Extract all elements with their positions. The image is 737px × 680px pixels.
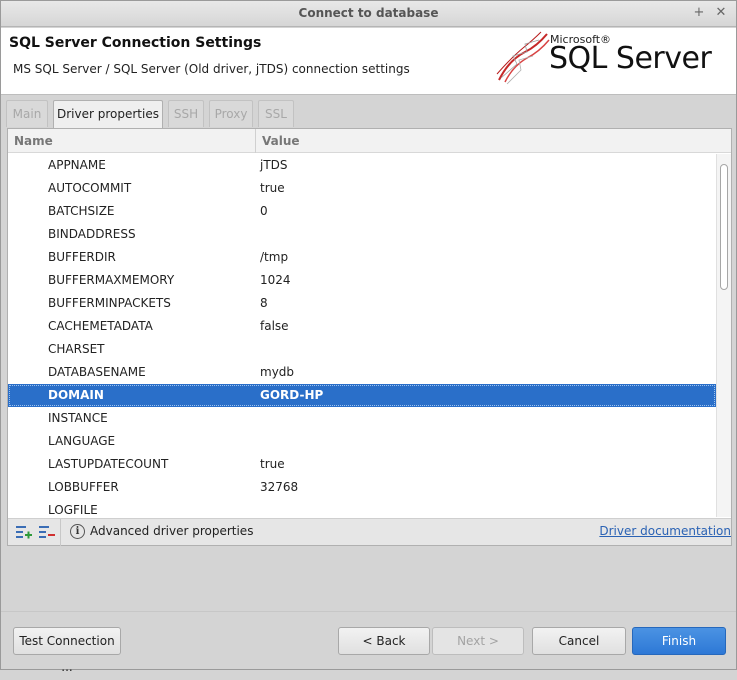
table-row[interactable]: DATABASENAME mydb [8, 361, 716, 384]
table-row[interactable]: BINDADDRESS [8, 223, 716, 246]
table-row[interactable]: LOGFILE [8, 499, 716, 517]
next-button[interactable]: Next > [432, 627, 524, 655]
toolbar-divider [60, 519, 61, 546]
driver-documentation-link[interactable]: Driver documentation [599, 524, 731, 538]
advanced-properties-label: Advanced driver properties [90, 524, 254, 538]
page-subtitle: MS SQL Server / SQL Server (Old driver, … [13, 62, 410, 76]
footer-divider [1, 611, 736, 612]
property-name: LOGFILE [48, 503, 98, 517]
property-value[interactable]: false [260, 319, 289, 333]
table-row[interactable]: BUFFERMINPACKETS 8 [8, 292, 716, 315]
column-header-value[interactable]: Value [262, 134, 300, 148]
properties-table: APPNAME jTDS AUTOCOMMIT true BATCHSIZE 0 BINDA… [8, 154, 716, 517]
table-row[interactable]: INSTANCE [8, 407, 716, 430]
table-row[interactable]: AUTOCOMMIT true [8, 177, 716, 200]
property-value[interactable]: /tmp [260, 250, 288, 264]
property-value[interactable]: 1024 [260, 273, 291, 287]
property-name: CACHEMETADATA [48, 319, 153, 333]
property-name: AUTOCOMMIT [48, 181, 132, 195]
info-icon: i [70, 524, 85, 539]
sql-server-logo: Microsoft® SQL Server [495, 28, 715, 88]
column-separator[interactable] [255, 129, 256, 153]
table-row[interactable]: BUFFERMAXMEMORY 1024 [8, 269, 716, 292]
cancel-button[interactable]: Cancel [532, 627, 626, 655]
page-title: SQL Server Connection Settings [9, 35, 262, 51]
finish-button[interactable]: Finish [632, 627, 726, 655]
property-name: LANGUAGE [48, 434, 116, 448]
property-value[interactable]: true [260, 181, 285, 195]
table-row[interactable]: CHARSET [8, 338, 716, 361]
property-value[interactable]: jTDS [260, 158, 288, 172]
property-name: BUFFERMAXMEMORY [48, 273, 175, 287]
column-header-name[interactable]: Name [14, 134, 53, 148]
property-name: BUFFERDIR [48, 250, 116, 264]
table-row[interactable]: DOMAIN GORD-HP [8, 384, 716, 407]
close-icon[interactable]: ✕ [713, 5, 729, 20]
table-row[interactable]: BUFFERDIR/tmp [8, 246, 716, 269]
vertical-scrollbar[interactable] [716, 154, 731, 517]
property-name: CHARSET [48, 342, 105, 356]
tab-ssh[interactable]: SSH [168, 100, 204, 127]
remove-property-icon[interactable] [38, 524, 56, 540]
scrollbar-thumb[interactable] [720, 164, 728, 290]
logo-sqlserver-text: SQL Server [549, 41, 712, 76]
dialog-header: SQL Server Connection Settings MS SQL Se… [1, 28, 736, 95]
table-row[interactable]: LASTUPDATECOUNT true [8, 453, 716, 476]
tab-proxy[interactable]: Proxy [209, 100, 253, 127]
property-name: DATABASENAME [48, 365, 146, 379]
connect-dialog: Connect to database + ✕ SQL Server Conne… [0, 0, 737, 674]
property-name: BUFFERMINPACKETS [48, 296, 171, 310]
table-header: Name Value [8, 129, 731, 153]
property-value[interactable]: GORD-HP [260, 388, 323, 402]
table-row[interactable]: LOBBUFFER 32768 [8, 476, 716, 499]
table-row[interactable]: CACHEMETADATA false [8, 315, 716, 338]
tab-driver-properties[interactable]: Driver properties [53, 100, 163, 129]
table-row[interactable]: LANGUAGE [8, 430, 716, 453]
property-name: LOBBUFFER [48, 480, 119, 494]
sql-server-logo-icon [496, 31, 550, 85]
property-value[interactable]: 8 [260, 296, 268, 310]
property-value[interactable]: mydb [260, 365, 294, 379]
property-name: LASTUPDATECOUNT [48, 457, 169, 471]
maximize-icon[interactable]: + [691, 5, 707, 20]
property-name: INSTANCE [48, 411, 108, 425]
tab-main[interactable]: Main [6, 100, 48, 127]
property-name: BATCHSIZE [48, 204, 115, 218]
add-property-icon[interactable] [15, 524, 33, 540]
table-row[interactable]: BATCHSIZE 0 [8, 200, 716, 223]
property-name: BINDADDRESS [48, 227, 136, 241]
property-name: APPNAME [48, 158, 106, 172]
property-name: DOMAIN [48, 388, 104, 402]
title-bar: Connect to database + ✕ [1, 1, 736, 27]
driver-properties-panel: Name Value APPNAME jTDS AUTOCOMMIT true BATC… [7, 128, 732, 546]
back-button[interactable]: < Back [338, 627, 430, 655]
window-title: Connect to database [298, 6, 439, 20]
panel-toolbar: i Advanced driver properties Driver docu… [8, 518, 731, 546]
property-value[interactable]: 32768 [260, 480, 298, 494]
property-value[interactable]: true [260, 457, 285, 471]
table-row[interactable]: APPNAME jTDS [8, 154, 716, 177]
property-value[interactable]: 0 [260, 204, 268, 218]
tab-ssl[interactable]: SSL [258, 100, 294, 127]
test-connection-button[interactable]: Test Connection ... [13, 627, 121, 674]
